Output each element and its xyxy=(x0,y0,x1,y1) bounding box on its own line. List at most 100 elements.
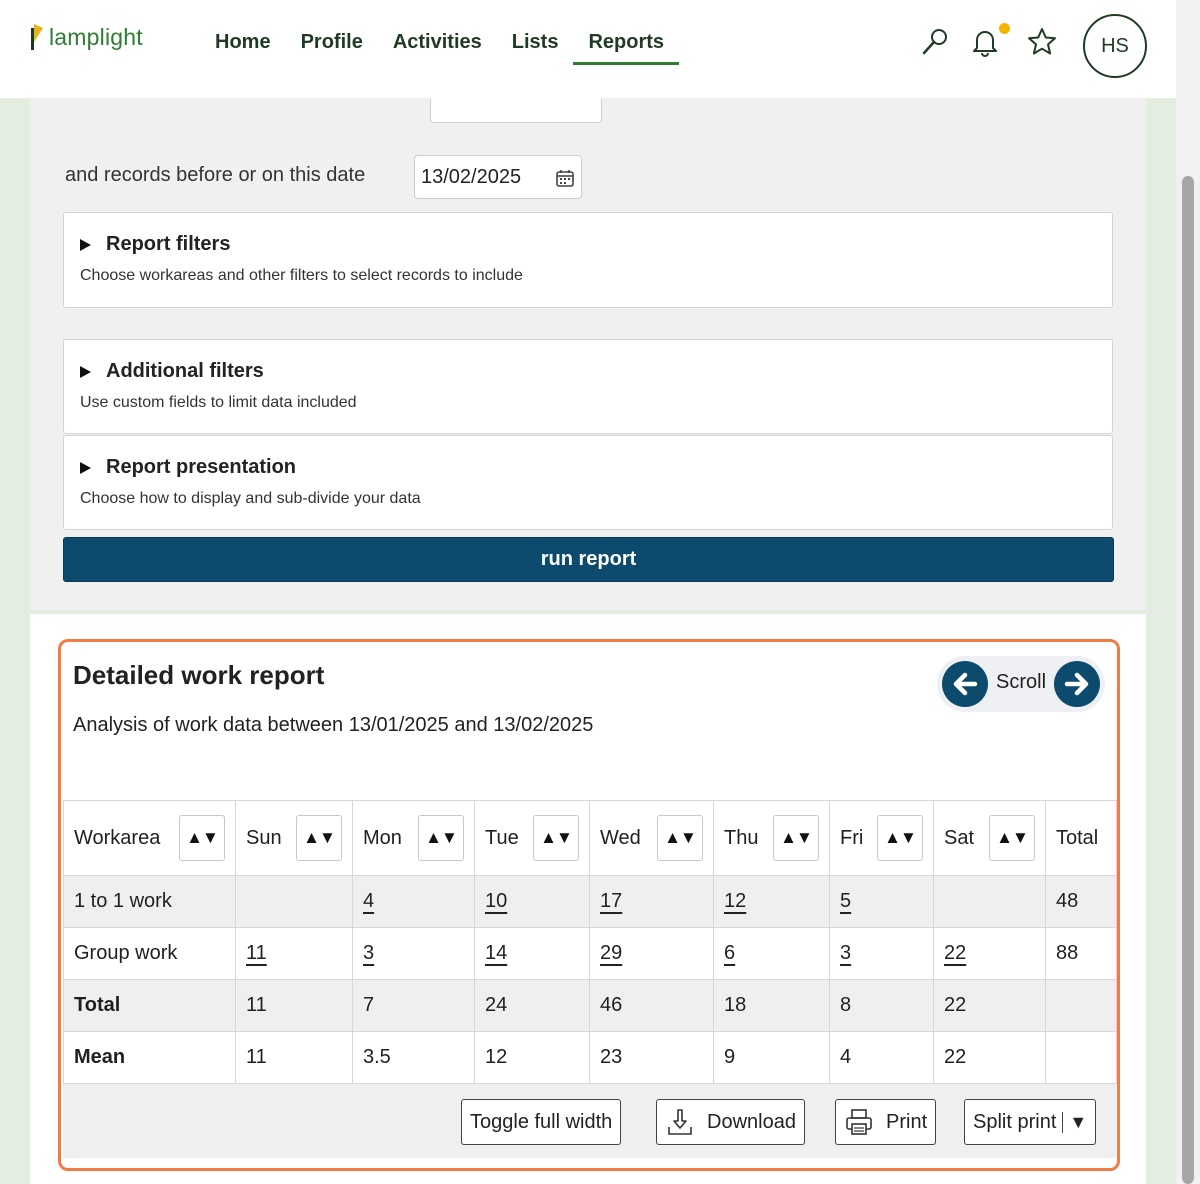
cell-link[interactable]: 22 xyxy=(944,942,966,964)
report-form: and records before or on this date 13/02… xyxy=(30,98,1146,610)
column-header-fri: Fri ▲▼ xyxy=(829,800,934,876)
cell-total xyxy=(1045,979,1117,1032)
download-label: Download xyxy=(707,1110,796,1133)
nav-reports[interactable]: Reports xyxy=(573,0,679,98)
top-navbar: lamplight Home Profile Activities Lists … xyxy=(0,0,1200,98)
cell-wed: 29 xyxy=(589,927,714,980)
cell-thu: 9 xyxy=(713,1031,830,1084)
cell-link[interactable]: 3 xyxy=(363,942,374,964)
cell-sat xyxy=(933,875,1046,928)
cell-link[interactable]: 14 xyxy=(485,942,507,964)
calendar-icon[interactable] xyxy=(555,168,575,188)
print-button[interactable]: Print xyxy=(835,1099,937,1145)
chevron-down-icon[interactable]: ▼ xyxy=(1062,1111,1087,1133)
report-filters-panel[interactable]: Report filters Choose workareas and othe… xyxy=(63,212,1113,308)
split-print-button[interactable]: Split print ▼ xyxy=(964,1099,1097,1145)
nav-profile[interactable]: Profile xyxy=(286,0,378,98)
expand-triangle-icon xyxy=(80,366,91,378)
report-toolbar: Toggle full width Download Print Split p… xyxy=(63,1083,1116,1158)
cell-sat: 22 xyxy=(933,979,1046,1032)
column-label: Sun xyxy=(246,826,282,849)
sort-button[interactable]: ▲▼ xyxy=(296,815,342,861)
cell-total xyxy=(1045,1031,1117,1084)
bell-icon[interactable] xyxy=(969,26,1001,58)
sort-button[interactable]: ▲▼ xyxy=(773,815,819,861)
star-icon[interactable] xyxy=(1026,26,1058,58)
sort-button[interactable]: ▲▼ xyxy=(179,815,225,861)
column-header-sun: Sun ▲▼ xyxy=(235,800,353,876)
expand-triangle-icon xyxy=(80,462,91,474)
split-print-label: Split print xyxy=(973,1110,1057,1133)
scroll-right-button[interactable] xyxy=(1054,661,1100,707)
search-icon[interactable] xyxy=(919,26,951,58)
lamplight-logo[interactable]: lamplight xyxy=(28,24,143,50)
report-subtitle: Analysis of work data between 13/01/2025… xyxy=(73,714,594,736)
row-label: Mean xyxy=(63,1031,236,1084)
end-date-value: 13/02/2025 xyxy=(421,166,522,188)
sort-button[interactable]: ▲▼ xyxy=(877,815,923,861)
detailed-work-report: Detailed work report Analysis of work da… xyxy=(58,639,1120,1171)
panel-title: Report filters xyxy=(106,233,231,255)
cell-link[interactable]: 4 xyxy=(363,890,374,912)
table-row: Group work 11 3 14 29 6 3 22 88 xyxy=(63,927,1117,980)
end-date-input[interactable]: 13/02/2025 xyxy=(414,155,582,199)
cell-link[interactable]: 12 xyxy=(724,890,746,912)
toggle-full-width-button[interactable]: Toggle full width xyxy=(461,1099,622,1145)
cell-link[interactable]: 10 xyxy=(485,890,507,912)
cell-link[interactable]: 6 xyxy=(724,942,735,964)
download-button[interactable]: Download xyxy=(656,1099,805,1145)
row-label: 1 to 1 work xyxy=(63,875,236,928)
report-title: Detailed work report xyxy=(73,660,325,690)
panel-description: Choose how to display and sub-divide you… xyxy=(80,490,421,507)
column-label: Thu xyxy=(724,826,759,849)
cell-sun xyxy=(235,875,353,928)
cell-link[interactable]: 5 xyxy=(840,890,851,912)
sort-button[interactable]: ▲▼ xyxy=(418,815,464,861)
scroll-left-button[interactable] xyxy=(942,661,988,707)
cell-fri: 4 xyxy=(829,1031,934,1084)
column-label: Wed xyxy=(600,826,641,849)
sort-button[interactable]: ▲▼ xyxy=(989,815,1035,861)
partial-input[interactable] xyxy=(430,98,602,123)
column-label: Sat xyxy=(944,826,975,849)
column-header-wed: Wed ▲▼ xyxy=(589,800,714,876)
panel-title: Report presentation xyxy=(106,456,297,478)
cell-fri: 3 xyxy=(829,927,934,980)
arrow-left-icon xyxy=(953,672,978,696)
cell-link[interactable]: 3 xyxy=(840,942,851,964)
page-scrollbar-thumb[interactable] xyxy=(1182,176,1194,1184)
cell-link[interactable]: 17 xyxy=(600,890,622,912)
work-report-table: Workarea ▲▼ Sun ▲▼ Mon ▲▼ Tue ▲▼ Wed ▲▼ Thu ▲▼… xyxy=(63,800,1117,1084)
nav-home[interactable]: Home xyxy=(200,0,286,98)
cell-link[interactable]: 29 xyxy=(600,942,622,964)
panel-description: Choose workareas and other filters to se… xyxy=(80,267,523,284)
cell-tue: 10 xyxy=(474,875,590,928)
nav-lists[interactable]: Lists xyxy=(497,0,574,98)
cell-mon: 3 xyxy=(352,927,475,980)
cell-link[interactable]: 11 xyxy=(246,942,267,964)
notification-dot xyxy=(999,23,1010,34)
cell-mon: 4 xyxy=(352,875,475,928)
cell-mon: 3.5 xyxy=(352,1031,475,1084)
additional-filters-panel[interactable]: Additional filters Use custom fields to … xyxy=(63,339,1113,434)
column-header-workarea: Workarea ▲▼ xyxy=(63,800,236,876)
panel-title: Additional filters xyxy=(106,360,264,382)
column-header-total: Total xyxy=(1045,800,1117,876)
sort-button[interactable]: ▲▼ xyxy=(657,815,703,861)
main-nav: Home Profile Activities Lists Reports xyxy=(200,0,679,98)
cell-wed: 46 xyxy=(589,979,714,1032)
cell-tue: 14 xyxy=(474,927,590,980)
column-header-thu: Thu ▲▼ xyxy=(713,800,830,876)
cell-sun: 11 xyxy=(235,1031,353,1084)
cell-wed: 17 xyxy=(589,875,714,928)
sort-button[interactable]: ▲▼ xyxy=(533,815,579,861)
nav-activities[interactable]: Activities xyxy=(378,0,497,98)
report-presentation-panel[interactable]: Report presentation Choose how to displa… xyxy=(63,435,1113,530)
user-avatar[interactable]: HS xyxy=(1083,14,1147,78)
cell-tue: 12 xyxy=(474,1031,590,1084)
scroll-control: Scroll xyxy=(937,656,1105,712)
printer-icon xyxy=(846,1109,872,1135)
column-header-sat: Sat ▲▼ xyxy=(933,800,1046,876)
run-report-button[interactable]: run report xyxy=(63,537,1114,582)
column-label: Workarea xyxy=(74,826,161,849)
